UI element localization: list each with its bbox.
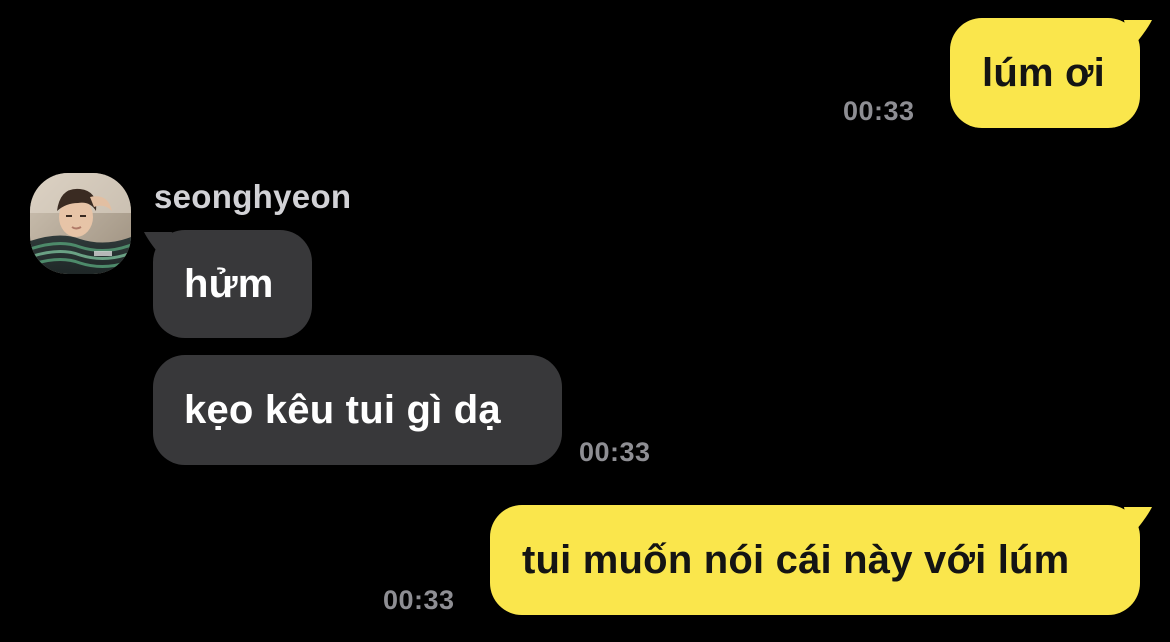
message-timestamp: 00:33 [843, 96, 915, 126]
bubble-tail-icon [144, 232, 172, 262]
outgoing-message-bubble[interactable]: tui muốn nói cái này với lúm [490, 505, 1140, 615]
message-timestamp: 00:33 [383, 585, 455, 615]
incoming-message-bubble[interactable]: kẹo kêu tui gì dạ [153, 355, 562, 465]
message-text: kẹo kêu tui gì dạ [184, 387, 501, 432]
bubble-tail-icon [1124, 507, 1152, 537]
outgoing-message-bubble[interactable]: lúm ơi [950, 18, 1140, 128]
incoming-message-bubble[interactable]: hửm [153, 230, 312, 338]
sender-name: seonghyeon [154, 178, 352, 215]
profile-photo-icon [30, 173, 131, 274]
message-timestamp: 00:33 [579, 437, 651, 467]
contact-avatar[interactable] [30, 173, 131, 274]
message-text: hửm [184, 261, 274, 306]
chat-screen: { "chat": { "contact": { "name": "seongh… [0, 0, 1170, 642]
bubble-tail-icon [1124, 20, 1152, 50]
message-text: lúm ơi [982, 50, 1105, 95]
message-text: tui muốn nói cái này với lúm [522, 537, 1070, 582]
